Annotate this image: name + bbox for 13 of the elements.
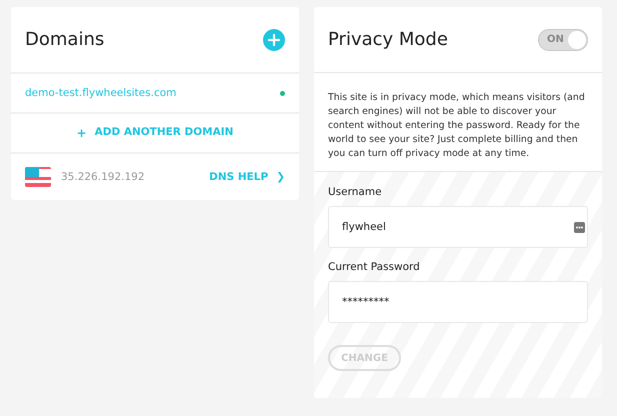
privacy-toggle[interactable]: ON: [538, 28, 588, 50]
password-field[interactable]: *********: [328, 281, 588, 323]
flag-icon: [25, 167, 51, 187]
field-label: Current Password: [328, 261, 421, 273]
ip-address: 35.226.192.192: [61, 171, 146, 183]
panel-title: Privacy Mode: [328, 29, 448, 50]
password-manager-icon[interactable]: [574, 222, 585, 232]
username-field[interactable]: flywheel: [328, 206, 588, 248]
dns-help-link[interactable]: DNS HELP ❯: [209, 171, 285, 183]
field-label: Username: [328, 186, 383, 198]
panel-title: Domains: [25, 29, 104, 50]
description-text: This site is in privacy mode, which means visitors (and search engines) will not be able to discover your content without entering the password. Ready for the world to see your site? Just complete billing and then you can turn off privacy mode at any time.: [328, 91, 586, 161]
domain-link[interactable]: demo-test.flywheelsites.com: [25, 87, 176, 99]
